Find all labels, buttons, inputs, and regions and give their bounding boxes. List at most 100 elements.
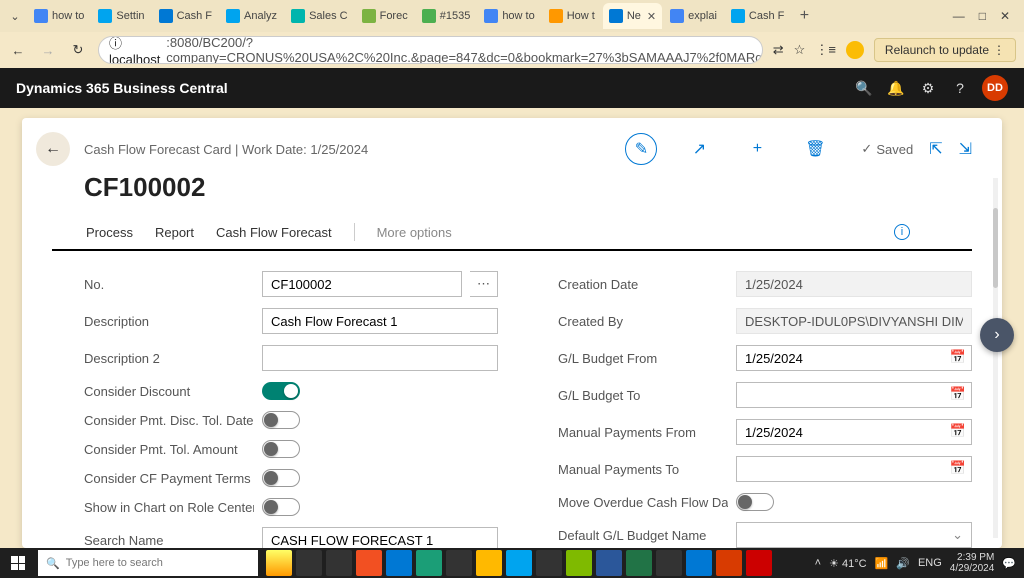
close-tab-icon[interactable]: ✕ [647, 10, 656, 23]
window-close-icon[interactable]: ✕ [1000, 9, 1010, 23]
delete-button[interactable]: 🗑 [799, 133, 831, 165]
tab-dropdown-icon[interactable]: ⌄ [4, 10, 26, 23]
window-minimize-icon[interactable]: — [953, 9, 965, 23]
taskbar-app-icon[interactable] [326, 550, 352, 576]
pmt-disc-tol-date-toggle[interactable] [262, 411, 300, 429]
volume-icon[interactable]: 🔊 [896, 557, 910, 570]
taskbar-app-icon[interactable] [506, 550, 532, 576]
weather-widget[interactable]: ☀ 41°C [829, 557, 867, 570]
edit-button[interactable]: ✎ [625, 133, 657, 165]
windows-logo-icon [11, 556, 25, 570]
taskbar-app-icon[interactable] [746, 550, 772, 576]
browser-tab[interactable]: Analyz [220, 3, 283, 29]
taskbar-app-icon[interactable] [446, 550, 472, 576]
show-in-chart-toggle[interactable] [262, 498, 300, 516]
popout-icon[interactable]: ⇱ [929, 139, 942, 159]
no-input[interactable] [262, 271, 462, 297]
browser-tab[interactable]: Cash F [153, 3, 218, 29]
gl-budget-from-input[interactable] [736, 345, 972, 371]
gl-budget-to-label: G/L Budget To [558, 388, 728, 403]
relaunch-button[interactable]: Relaunch to update⋮ [874, 38, 1016, 62]
default-gl-budget-select[interactable]: ⌄ [736, 522, 972, 548]
menu-cash-flow-forecast[interactable]: Cash Flow Forecast [216, 225, 332, 240]
cf-payment-terms-toggle[interactable] [262, 469, 300, 487]
info-icon[interactable]: i [894, 224, 910, 240]
calendar-icon[interactable]: 📅 [950, 349, 966, 365]
url-input[interactable]: ⓘ localhost:8080/BC200/?company=CRONUS%2… [98, 36, 763, 64]
no-lookup-button[interactable]: ⋯ [470, 271, 498, 297]
gear-icon[interactable]: ⚙ [912, 80, 944, 97]
browser-tab[interactable]: how to [478, 3, 540, 29]
taskbar-app-icon[interactable] [386, 550, 412, 576]
taskbar-app-icon[interactable] [476, 550, 502, 576]
menu-process[interactable]: Process [86, 225, 133, 240]
profile-icon[interactable] [846, 41, 864, 59]
taskbar-clock[interactable]: 2:39 PM4/29/2024 [950, 552, 995, 574]
pmt-tol-amount-toggle[interactable] [262, 440, 300, 458]
taskbar-app-icon[interactable] [626, 550, 652, 576]
nav-back-icon[interactable]: ← [8, 43, 28, 58]
check-icon: ✓ [861, 141, 872, 157]
browser-tab[interactable]: explai [664, 3, 723, 29]
notifications-icon[interactable]: 💬 [1002, 557, 1016, 570]
address-bar: ← → ↻ ⓘ localhost:8080/BC200/?company=CR… [0, 32, 1024, 68]
tray-chevron-icon[interactable]: ˄ [815, 557, 821, 569]
description2-input[interactable] [262, 345, 498, 371]
avatar[interactable]: DD [982, 75, 1008, 101]
scrollbar[interactable] [993, 178, 998, 538]
manual-payments-to-input[interactable] [736, 456, 972, 482]
calendar-icon[interactable]: 📅 [950, 386, 966, 402]
browser-tab[interactable]: Settin [92, 3, 150, 29]
gl-budget-to-input[interactable] [736, 382, 972, 408]
menu-more-options[interactable]: More options [377, 225, 452, 240]
search-icon[interactable]: 🔍 [848, 80, 880, 97]
search-icon: 🔍 [46, 557, 60, 570]
pencil-icon: ✎ [635, 139, 648, 159]
move-overdue-toggle[interactable] [736, 493, 774, 511]
menu-report[interactable]: Report [155, 225, 194, 240]
url-host: ⓘ localhost [109, 36, 160, 64]
start-button[interactable] [0, 548, 36, 578]
description-label: Description [84, 314, 254, 329]
back-button[interactable]: ← [36, 132, 70, 166]
reader-mode-icon[interactable]: ⇄ [773, 42, 784, 58]
breadcrumb: Cash Flow Forecast Card | Work Date: 1/2… [84, 142, 368, 157]
browser-tab[interactable]: How t [543, 3, 601, 29]
network-icon[interactable]: 📶 [875, 557, 889, 570]
nav-reload-icon[interactable]: ↻ [68, 42, 88, 58]
taskbar-app-icon[interactable] [536, 550, 562, 576]
taskbar-app-icon[interactable] [266, 550, 292, 576]
browser-tab[interactable]: Sales C [285, 3, 354, 29]
taskbar-app-icon[interactable] [416, 550, 442, 576]
taskbar-app-icon[interactable] [356, 550, 382, 576]
extensions-icon[interactable]: ⋮≡ [815, 42, 836, 58]
browser-tab[interactable]: Cash F [725, 3, 790, 29]
consider-discount-toggle[interactable] [262, 382, 300, 400]
taskbar-app-icon[interactable] [296, 550, 322, 576]
new-tab-button[interactable]: + [792, 7, 816, 25]
bookmark-star-icon[interactable]: ☆ [794, 42, 806, 58]
window-maximize-icon[interactable]: □ [979, 9, 986, 23]
taskbar-app-icon[interactable] [596, 550, 622, 576]
taskbar-app-icon[interactable] [716, 550, 742, 576]
help-icon[interactable]: ? [944, 80, 976, 96]
no-label: No. [84, 277, 254, 292]
taskbar-app-icon[interactable] [686, 550, 712, 576]
collapse-icon[interactable]: ⇲ [959, 139, 972, 159]
bell-icon[interactable]: 🔔 [880, 80, 912, 97]
browser-tab-active[interactable]: Ne✕ [603, 3, 662, 29]
language-indicator[interactable]: ENG [918, 557, 942, 569]
description-input[interactable] [262, 308, 498, 334]
taskbar-search[interactable]: 🔍Type here to search [38, 550, 258, 576]
calendar-icon[interactable]: 📅 [950, 423, 966, 439]
browser-tab[interactable]: Forec [356, 3, 414, 29]
calendar-icon[interactable]: 📅 [950, 460, 966, 476]
browser-tab[interactable]: how to [28, 3, 90, 29]
taskbar-app-icon[interactable] [566, 550, 592, 576]
manual-payments-from-input[interactable] [736, 419, 972, 445]
share-button[interactable]: ↗ [683, 133, 715, 165]
new-button[interactable]: + [741, 133, 773, 165]
next-record-button[interactable]: › [980, 318, 1014, 352]
taskbar-app-icon[interactable] [656, 550, 682, 576]
browser-tab[interactable]: #1535 [416, 3, 477, 29]
